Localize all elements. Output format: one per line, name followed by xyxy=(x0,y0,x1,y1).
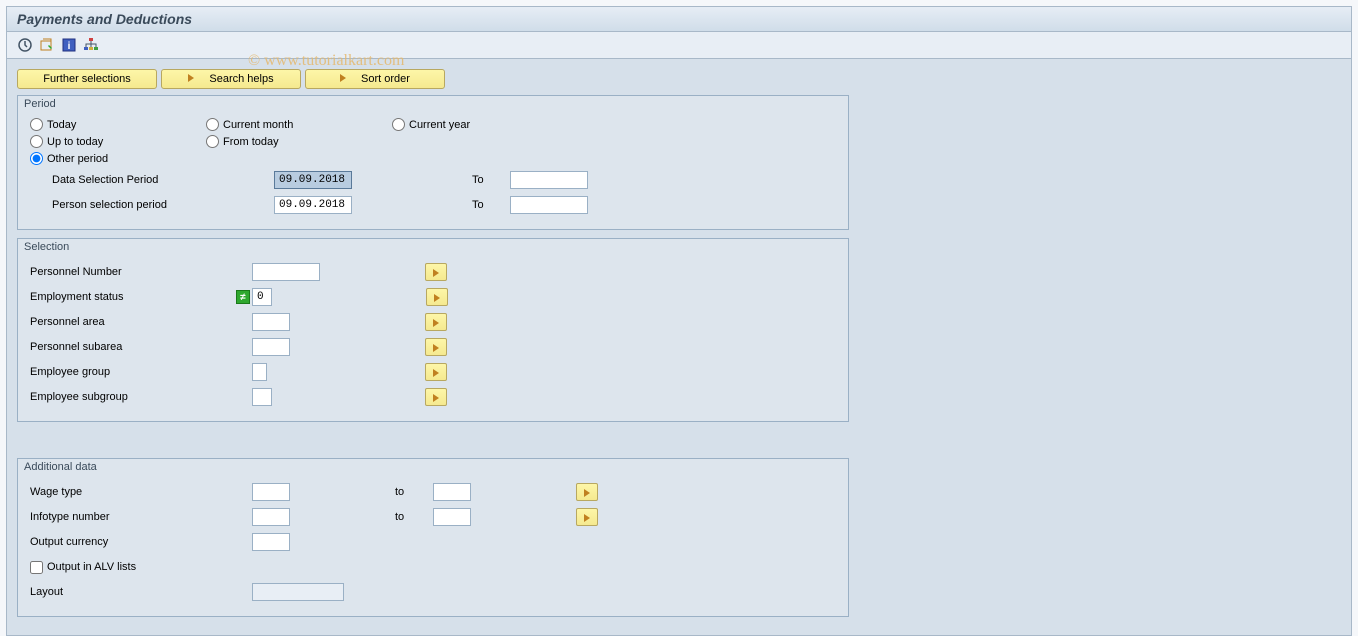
selection-group: Selection Personnel Number Employment st… xyxy=(17,238,849,422)
arrow-right-icon xyxy=(433,265,439,280)
sort-order-label: Sort order xyxy=(361,73,410,85)
org-structure-icon[interactable] xyxy=(83,37,99,53)
personnel-area-input[interactable] xyxy=(252,313,290,331)
personnel-subarea-label: Personnel subarea xyxy=(30,341,252,353)
person-selection-period-label: Person selection period xyxy=(52,199,274,211)
personnel-number-label: Personnel Number xyxy=(30,266,252,278)
not-equal-icon[interactable]: ≠ xyxy=(236,290,250,304)
svg-text:i: i xyxy=(68,41,71,52)
employment-status-label: Employment status xyxy=(30,291,236,303)
infotype-to-input[interactable] xyxy=(433,508,471,526)
selection-legend: Selection xyxy=(18,239,848,255)
personnel-subarea-input[interactable] xyxy=(252,338,290,356)
personnel-subarea-multiple-button[interactable] xyxy=(425,338,447,356)
clock-execute-icon[interactable] xyxy=(17,37,33,53)
personnel-area-multiple-button[interactable] xyxy=(425,313,447,331)
radio-other-period-label: Other period xyxy=(47,153,108,165)
person-selection-from-input[interactable] xyxy=(274,196,352,214)
employee-subgroup-label: Employee subgroup xyxy=(30,391,252,403)
data-selection-to-input[interactable] xyxy=(510,171,588,189)
wage-type-multiple-button[interactable] xyxy=(576,483,598,501)
search-helps-label: Search helps xyxy=(209,73,273,85)
icon-toolbar: i xyxy=(7,32,1351,59)
to-label: To xyxy=(472,174,510,186)
radio-current-year-label: Current year xyxy=(409,119,470,131)
employee-subgroup-multiple-button[interactable] xyxy=(425,388,447,406)
additional-data-group: Additional data Wage type to Infotype nu… xyxy=(17,458,849,617)
data-selection-period-label: Data Selection Period xyxy=(52,174,274,186)
arrow-right-icon xyxy=(340,73,346,85)
radio-from-today-label: From today xyxy=(223,136,279,148)
radio-from-today[interactable]: From today xyxy=(206,135,279,148)
layout-input[interactable] xyxy=(252,583,344,601)
employee-group-input[interactable] xyxy=(252,363,267,381)
output-alv-label: Output in ALV lists xyxy=(47,561,136,573)
arrow-right-icon xyxy=(188,73,194,85)
additional-data-legend: Additional data xyxy=(18,459,848,475)
search-helps-button[interactable]: Search helps xyxy=(161,69,301,89)
further-selections-button[interactable]: Further selections xyxy=(17,69,157,89)
layout-label: Layout xyxy=(30,586,252,598)
radio-current-month[interactable]: Current month xyxy=(206,118,392,131)
personnel-number-input[interactable] xyxy=(252,263,320,281)
infotype-from-input[interactable] xyxy=(252,508,290,526)
arrow-right-icon xyxy=(584,510,590,525)
arrow-right-icon xyxy=(433,315,439,330)
sort-order-button[interactable]: Sort order xyxy=(305,69,445,89)
data-source-icon[interactable]: i xyxy=(61,37,77,53)
page-title: Payments and Deductions xyxy=(7,7,1351,32)
output-currency-input[interactable] xyxy=(252,533,290,551)
radio-up-to-today-label: Up to today xyxy=(47,136,103,148)
employee-subgroup-input[interactable] xyxy=(252,388,272,406)
infotype-number-label: Infotype number xyxy=(30,511,252,523)
arrow-right-icon xyxy=(433,365,439,380)
wage-type-from-input[interactable] xyxy=(252,483,290,501)
output-currency-label: Output currency xyxy=(30,536,252,548)
personnel-number-multiple-button[interactable] xyxy=(425,263,447,281)
radio-current-month-label: Current month xyxy=(223,119,293,131)
employee-group-multiple-button[interactable] xyxy=(425,363,447,381)
personnel-area-label: Personnel area xyxy=(30,316,252,328)
period-legend: Period xyxy=(18,96,848,112)
arrow-right-icon xyxy=(433,340,439,355)
arrow-right-icon xyxy=(434,290,440,305)
to-label: to xyxy=(395,511,433,523)
arrow-right-icon xyxy=(584,485,590,500)
radio-current-year[interactable]: Current year xyxy=(392,118,470,131)
radio-other-period[interactable]: Other period xyxy=(30,152,108,165)
wage-type-label: Wage type xyxy=(30,486,252,498)
radio-today[interactable]: Today xyxy=(30,118,206,131)
employment-status-input[interactable] xyxy=(252,288,272,306)
person-selection-to-input[interactable] xyxy=(510,196,588,214)
infotype-multiple-button[interactable] xyxy=(576,508,598,526)
selection-buttons-row: Further selections Search helps Sort ord… xyxy=(17,69,1341,89)
radio-today-label: Today xyxy=(47,119,76,131)
employee-group-label: Employee group xyxy=(30,366,252,378)
wage-type-to-input[interactable] xyxy=(433,483,471,501)
to-label: To xyxy=(472,199,510,211)
employment-status-multiple-button[interactable] xyxy=(426,288,448,306)
radio-up-to-today[interactable]: Up to today xyxy=(30,135,206,148)
variant-icon[interactable] xyxy=(39,37,55,53)
output-alv-checkbox[interactable] xyxy=(30,561,43,574)
to-label: to xyxy=(395,486,433,498)
arrow-right-icon xyxy=(433,390,439,405)
data-selection-from-input[interactable] xyxy=(274,171,352,189)
period-group: Period Today Current month Current year … xyxy=(17,95,849,230)
